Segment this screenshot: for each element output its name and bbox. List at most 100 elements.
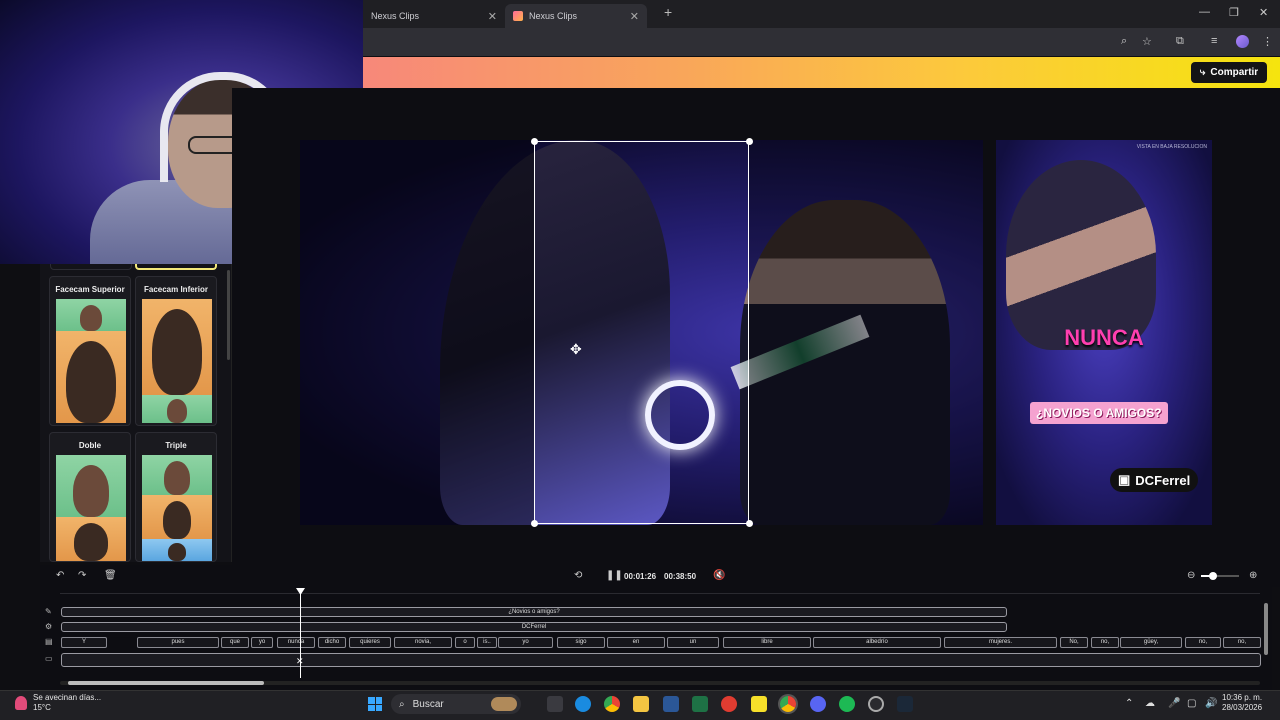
layout-doble[interactable]: Doble bbox=[49, 432, 131, 562]
timeline-ruler[interactable] bbox=[60, 593, 1260, 601]
crop-mask-left bbox=[300, 140, 534, 525]
minimize-icon[interactable]: — bbox=[1199, 6, 1210, 18]
crop-handle-bottom-left[interactable] bbox=[531, 520, 538, 527]
layout-facecam-inferior[interactable]: Facecam Inferior bbox=[135, 276, 217, 426]
zoom-in-icon[interactable]: ⊕ bbox=[1249, 570, 1257, 581]
caption-word-clip[interactable]: pues bbox=[137, 637, 219, 648]
thumb-top bbox=[142, 299, 212, 395]
timeline-vertical-scrollbar[interactable] bbox=[1264, 603, 1268, 655]
crop-handle-top-right[interactable] bbox=[746, 138, 753, 145]
weather-widget[interactable]: Se avecinan días... 15°C bbox=[15, 693, 101, 713]
pdf-reader-icon[interactable] bbox=[721, 696, 737, 712]
tab-nexus-clips-1[interactable]: Nexus Clips ✕ bbox=[363, 4, 505, 28]
caption-word-clip[interactable]: No, bbox=[1060, 637, 1088, 648]
split-icon[interactable]: ✕ bbox=[296, 656, 304, 667]
search-placeholder: Buscar bbox=[412, 698, 444, 710]
tab-nexus-clips-2[interactable]: Nexus Clips ✕ bbox=[505, 4, 647, 28]
name-clip[interactable]: DCFerrel bbox=[61, 622, 1007, 632]
text-clip[interactable]: ¿Novios o amigos? bbox=[61, 607, 1007, 617]
tray-expand-icon[interactable]: ⌃ bbox=[1125, 698, 1133, 709]
delete-icon[interactable]: 🗑 bbox=[104, 570, 117, 581]
caption-word-clip[interactable]: mujeres. bbox=[944, 637, 1057, 648]
spotify-icon[interactable] bbox=[839, 696, 855, 712]
caption-word-clip[interactable]: un bbox=[667, 637, 719, 648]
caption-word-clip[interactable]: quieres bbox=[349, 637, 391, 648]
layout-panel-scrollbar[interactable] bbox=[227, 270, 230, 360]
close-tab-icon[interactable]: ✕ bbox=[630, 10, 639, 23]
media-controls-icon[interactable]: ≡ bbox=[1211, 35, 1217, 47]
zoom-slider-knob[interactable] bbox=[1209, 572, 1217, 580]
network-tray-icon[interactable]: ☁ bbox=[1145, 698, 1155, 709]
replay-icon[interactable]: ⟲ bbox=[574, 570, 582, 581]
thumb-bottom bbox=[56, 517, 126, 561]
caption-word-clip[interactable]: yo bbox=[251, 637, 273, 648]
timeline-scrollbar[interactable] bbox=[68, 681, 264, 685]
browser-menu-icon[interactable]: ⋮ bbox=[1262, 35, 1273, 48]
caption-word-clip[interactable]: novia, bbox=[394, 637, 452, 648]
caption-word-clip[interactable]: no, bbox=[1185, 637, 1221, 648]
obs-icon[interactable] bbox=[868, 696, 884, 712]
crop-frame[interactable] bbox=[534, 141, 749, 524]
excel-icon[interactable] bbox=[692, 696, 708, 712]
system-clock[interactable]: 10:36 p. m. 28/03/2026 bbox=[1222, 693, 1262, 713]
share-button[interactable]: ⤷ Compartir bbox=[1191, 62, 1267, 83]
caption-word-clip[interactable]: libre bbox=[723, 637, 811, 648]
chrome-active-icon[interactable] bbox=[780, 696, 796, 712]
caption-word-clip[interactable]: Y bbox=[61, 637, 107, 648]
zoom-out-icon[interactable]: ⊖ bbox=[1187, 570, 1195, 581]
caption-word-clip[interactable]: o bbox=[455, 637, 475, 648]
caption-word-clip[interactable]: que bbox=[221, 637, 249, 648]
close-tab-icon[interactable]: ✕ bbox=[488, 10, 497, 23]
caption-word-clip[interactable]: en bbox=[607, 637, 665, 648]
caption-word-clip[interactable]: no, bbox=[1223, 637, 1261, 648]
extensions-icon[interactable]: ⧉ bbox=[1176, 35, 1184, 48]
total-time: 00:38:50 bbox=[664, 572, 697, 581]
task-view-icon[interactable] bbox=[547, 696, 563, 712]
clock-date: 28/03/2026 bbox=[1222, 703, 1263, 712]
new-tab-button[interactable]: + bbox=[664, 4, 672, 20]
windows-start-icon[interactable] bbox=[368, 697, 382, 711]
word-icon[interactable] bbox=[663, 696, 679, 712]
bookmark-star-icon[interactable]: ☆ bbox=[1142, 35, 1152, 48]
volume-icon[interactable]: 🔊 bbox=[1205, 698, 1217, 709]
crop-handle-top-left[interactable] bbox=[531, 138, 538, 145]
caption-word-clip[interactable]: nunca bbox=[277, 637, 315, 648]
layout-card-partial[interactable] bbox=[50, 264, 132, 270]
crop-mask-right bbox=[749, 140, 983, 525]
profile-avatar[interactable] bbox=[1236, 35, 1249, 48]
layout-card-selected-partial[interactable] bbox=[135, 264, 217, 270]
wifi-icon[interactable]: ▢ bbox=[1187, 698, 1196, 709]
layout-facecam-superior[interactable]: Facecam Superior bbox=[49, 276, 131, 426]
undo-icon[interactable]: ↶ bbox=[56, 570, 64, 581]
caption-word-clip[interactable]: güey, bbox=[1120, 637, 1182, 648]
layout-triple[interactable]: Triple bbox=[135, 432, 217, 562]
share-icon: ⤷ bbox=[1199, 67, 1206, 78]
pause-icon[interactable]: ❚❚ bbox=[606, 570, 623, 581]
channel-name: DCFerrel bbox=[1135, 472, 1191, 488]
caption-word-clip[interactable]: yo bbox=[498, 637, 553, 648]
caption-word-clip[interactable]: no, bbox=[1091, 637, 1119, 648]
chrome-icon[interactable] bbox=[604, 696, 620, 712]
mute-icon[interactable]: 🔇 bbox=[713, 570, 725, 581]
mic-tray-icon[interactable]: 🎤 bbox=[1168, 698, 1180, 709]
file-explorer-icon[interactable] bbox=[633, 696, 649, 712]
redo-icon[interactable]: ↷ bbox=[78, 570, 86, 581]
caption-word-clip[interactable]: albedrío bbox=[813, 637, 941, 648]
close-window-icon[interactable]: ✕ bbox=[1259, 6, 1268, 19]
caption-word-clip[interactable]: sigo bbox=[557, 637, 605, 648]
discord-icon[interactable] bbox=[810, 696, 826, 712]
steam-icon[interactable] bbox=[897, 696, 913, 712]
clock-time: 10:36 p. m. bbox=[1222, 693, 1263, 702]
thumb-bottom bbox=[56, 331, 126, 423]
restore-icon[interactable]: ❐ bbox=[1229, 6, 1239, 19]
layout-label: Doble bbox=[78, 441, 102, 450]
caption-question: ¿NOVIOS O AMIGOS? bbox=[1030, 402, 1168, 424]
sticky-notes-icon[interactable] bbox=[751, 696, 767, 712]
taskbar-search[interactable]: ⌕ Buscar bbox=[391, 694, 521, 714]
caption-word-clip[interactable]: dicho bbox=[318, 637, 346, 648]
caption-word-clip[interactable]: is.. bbox=[477, 637, 497, 648]
video-clip[interactable] bbox=[61, 653, 1261, 667]
crop-handle-bottom-right[interactable] bbox=[746, 520, 753, 527]
zoom-icon[interactable]: ⌕ bbox=[1121, 35, 1127, 48]
edge-icon[interactable] bbox=[575, 696, 591, 712]
